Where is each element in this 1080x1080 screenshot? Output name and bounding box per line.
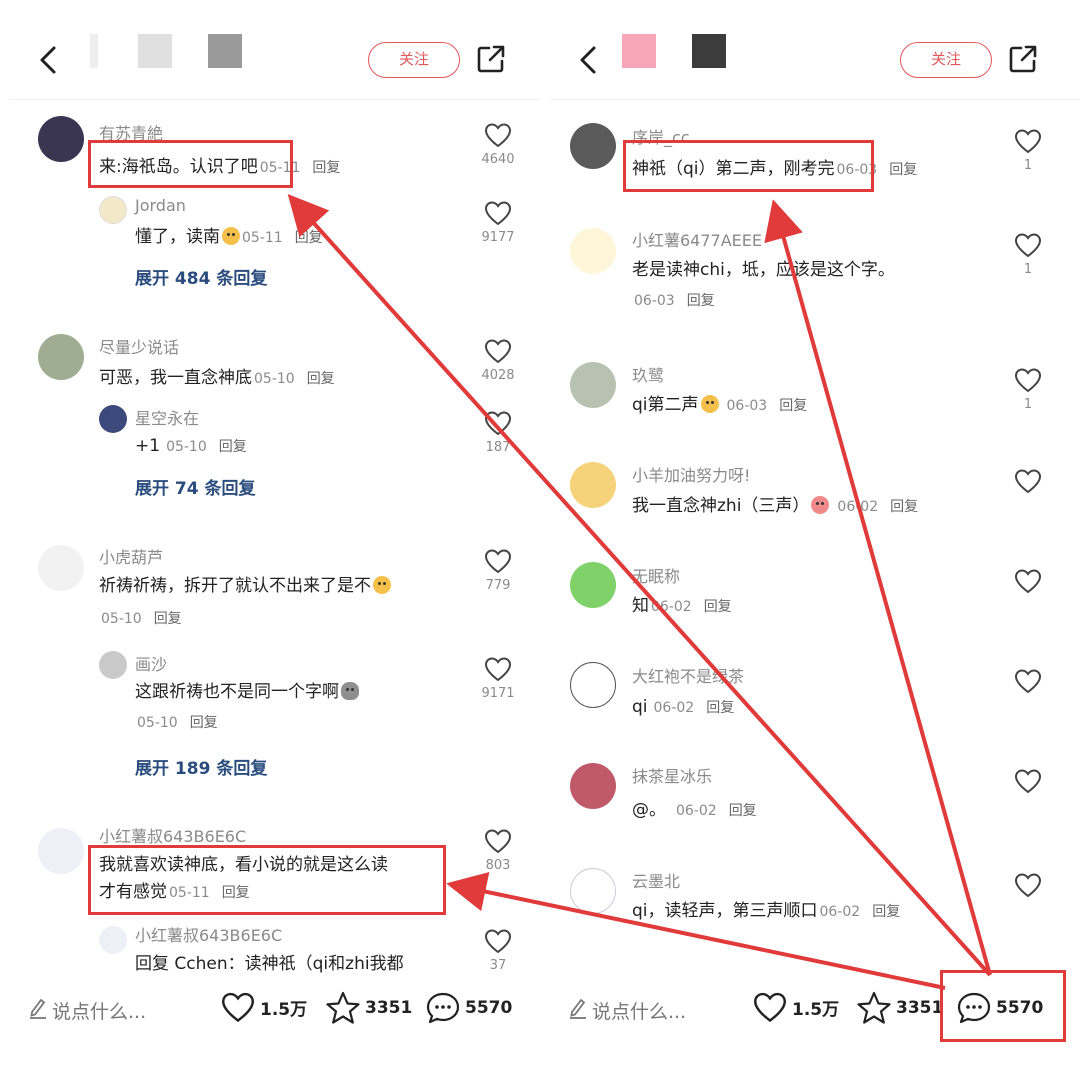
arrow-to-left-top — [287, 194, 992, 977]
arrow-to-left-bottom — [446, 871, 946, 990]
annotation-arrows — [287, 194, 992, 990]
arrow-to-right-top — [764, 199, 992, 976]
